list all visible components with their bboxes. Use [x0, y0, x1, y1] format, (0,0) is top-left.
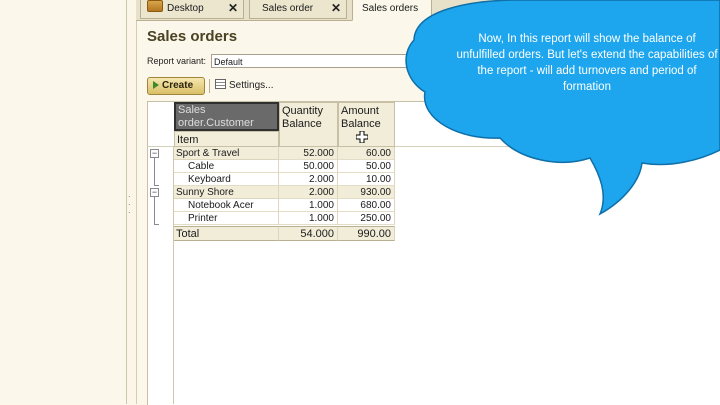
detail-row-amount[interactable]: 680.00: [338, 199, 395, 212]
total-row-label[interactable]: Total: [174, 226, 279, 241]
detail-row-name[interactable]: Printer: [174, 212, 279, 225]
collapse-icon[interactable]: −: [150, 188, 159, 197]
tab-label: Sales orders: [362, 3, 419, 14]
close-icon[interactable]: ✕: [331, 0, 341, 17]
column-header-line: Balance: [282, 118, 322, 130]
column-header-quantity[interactable]: Quantity Balance: [279, 102, 338, 147]
column-header-line: Amount: [341, 105, 379, 117]
create-button[interactable]: Create: [147, 77, 205, 95]
report-variant-label: Report variant:: [147, 56, 207, 66]
page-title: Sales orders: [147, 28, 238, 45]
group-row-name[interactable]: Sport & Travel: [174, 147, 279, 160]
create-button-label: Create: [162, 80, 194, 91]
home-icon: [147, 0, 163, 12]
detail-row-qty[interactable]: 1.000: [279, 212, 338, 225]
cursor-icon: [356, 131, 368, 143]
callout-text: Now, In this report will show the balanc…: [456, 33, 718, 93]
tree-line: [154, 158, 155, 185]
row-header-item[interactable]: Item: [174, 131, 279, 147]
row-header-cell[interactable]: Sales order.Customer: [174, 102, 279, 131]
tree-line: [154, 224, 159, 225]
group-row-amount[interactable]: 930.00: [338, 186, 395, 199]
row-header-line: order.Customer: [178, 117, 254, 129]
close-icon[interactable]: ✕: [228, 0, 238, 17]
toolbar-separator: [209, 79, 210, 93]
detail-row-qty[interactable]: 2.000: [279, 173, 338, 186]
tab-label: Sales order: [262, 3, 314, 14]
tree-line: [154, 185, 159, 186]
detail-row-name[interactable]: Cable: [174, 160, 279, 173]
settings-button-label: Settings...: [229, 80, 274, 91]
total-row-qty[interactable]: 54.000: [279, 226, 338, 241]
detail-row-amount[interactable]: 10.00: [338, 173, 395, 186]
group-row-qty[interactable]: 2.000: [279, 186, 338, 199]
tab-desktop[interactable]: Desktop ✕: [140, 0, 244, 19]
detail-row-amount[interactable]: 250.00: [338, 212, 395, 225]
detail-row-qty[interactable]: 50.000: [279, 160, 338, 173]
report-variant-field[interactable]: Default: [211, 54, 431, 68]
column-header-line: Quantity: [282, 105, 323, 117]
total-row-amount[interactable]: 990.00: [338, 226, 395, 241]
tab-sales-order[interactable]: Sales order ✕: [249, 0, 347, 19]
play-icon: [153, 81, 159, 89]
splitter-handle[interactable]: · · ·: [128, 193, 132, 217]
detail-row-name[interactable]: Keyboard: [174, 173, 279, 186]
group-row-name[interactable]: Sunny Shore: [174, 186, 279, 199]
tree-line: [154, 197, 155, 224]
detail-row-name[interactable]: Notebook Acer: [174, 199, 279, 212]
settings-button[interactable]: Settings...: [215, 78, 273, 94]
row-header-line: Sales: [178, 104, 206, 116]
group-row-amount[interactable]: 60.00: [338, 147, 395, 160]
group-row-qty[interactable]: 52.000: [279, 147, 338, 160]
left-panel: [0, 0, 127, 404]
detail-row-qty[interactable]: 1.000: [279, 199, 338, 212]
collapse-icon[interactable]: −: [150, 149, 159, 158]
detail-row-amount[interactable]: 50.00: [338, 160, 395, 173]
tab-sales-orders[interactable]: Sales orders: [352, 0, 432, 21]
settings-icon: [215, 79, 226, 89]
column-header-line: Balance: [341, 118, 381, 130]
tab-label: Desktop: [167, 3, 204, 14]
